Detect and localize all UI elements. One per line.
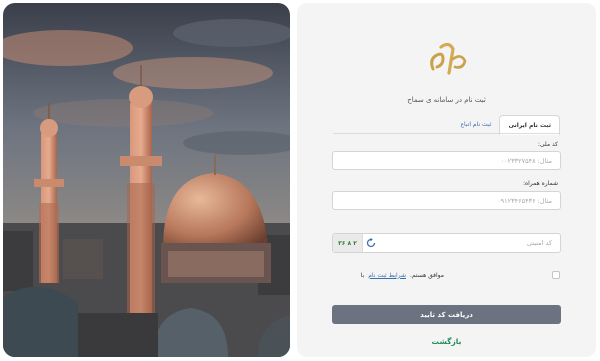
- phone-input[interactable]: [332, 191, 561, 210]
- terms-link[interactable]: شرایط ثبت نام: [368, 272, 406, 279]
- refresh-icon[interactable]: [365, 237, 377, 249]
- phone-label: شماره همراه:: [522, 180, 558, 187]
- signup-tabs: ثبت نام ایرانی ثبت نام اتباع: [452, 115, 560, 135]
- terms-row: با شرایط ثبت نام موافق هستم.: [361, 271, 560, 279]
- tabs-divider: [333, 133, 560, 134]
- shrine-illustration: [3, 3, 290, 357]
- terms-checkbox[interactable]: [552, 271, 560, 279]
- terms-prefix: با: [360, 271, 365, 279]
- captcha-image: ۳۶ ۸ ۲: [333, 234, 363, 252]
- national-code-input[interactable]: [332, 151, 561, 170]
- tab-iranian-signup[interactable]: ثبت نام ایرانی: [499, 115, 560, 135]
- captcha-input[interactable]: [380, 234, 560, 252]
- national-code-label: کد ملی:: [537, 141, 558, 148]
- shrine-photo: [3, 3, 290, 357]
- back-link[interactable]: بازگشت: [297, 337, 596, 346]
- get-code-button[interactable]: دریافت کد تایید: [332, 305, 561, 324]
- terms-suffix: موافق هستم.: [410, 271, 444, 279]
- signup-panel: ثبت نام در سامانه ی سماح ثبت نام ایرانی …: [297, 3, 596, 357]
- samah-logo: [430, 42, 467, 75]
- tab-foreign-signup[interactable]: ثبت نام اتباع: [452, 115, 499, 135]
- page-subtitle: ثبت نام در سامانه ی سماح: [407, 96, 486, 104]
- captcha-field: ۳۶ ۸ ۲: [332, 233, 561, 253]
